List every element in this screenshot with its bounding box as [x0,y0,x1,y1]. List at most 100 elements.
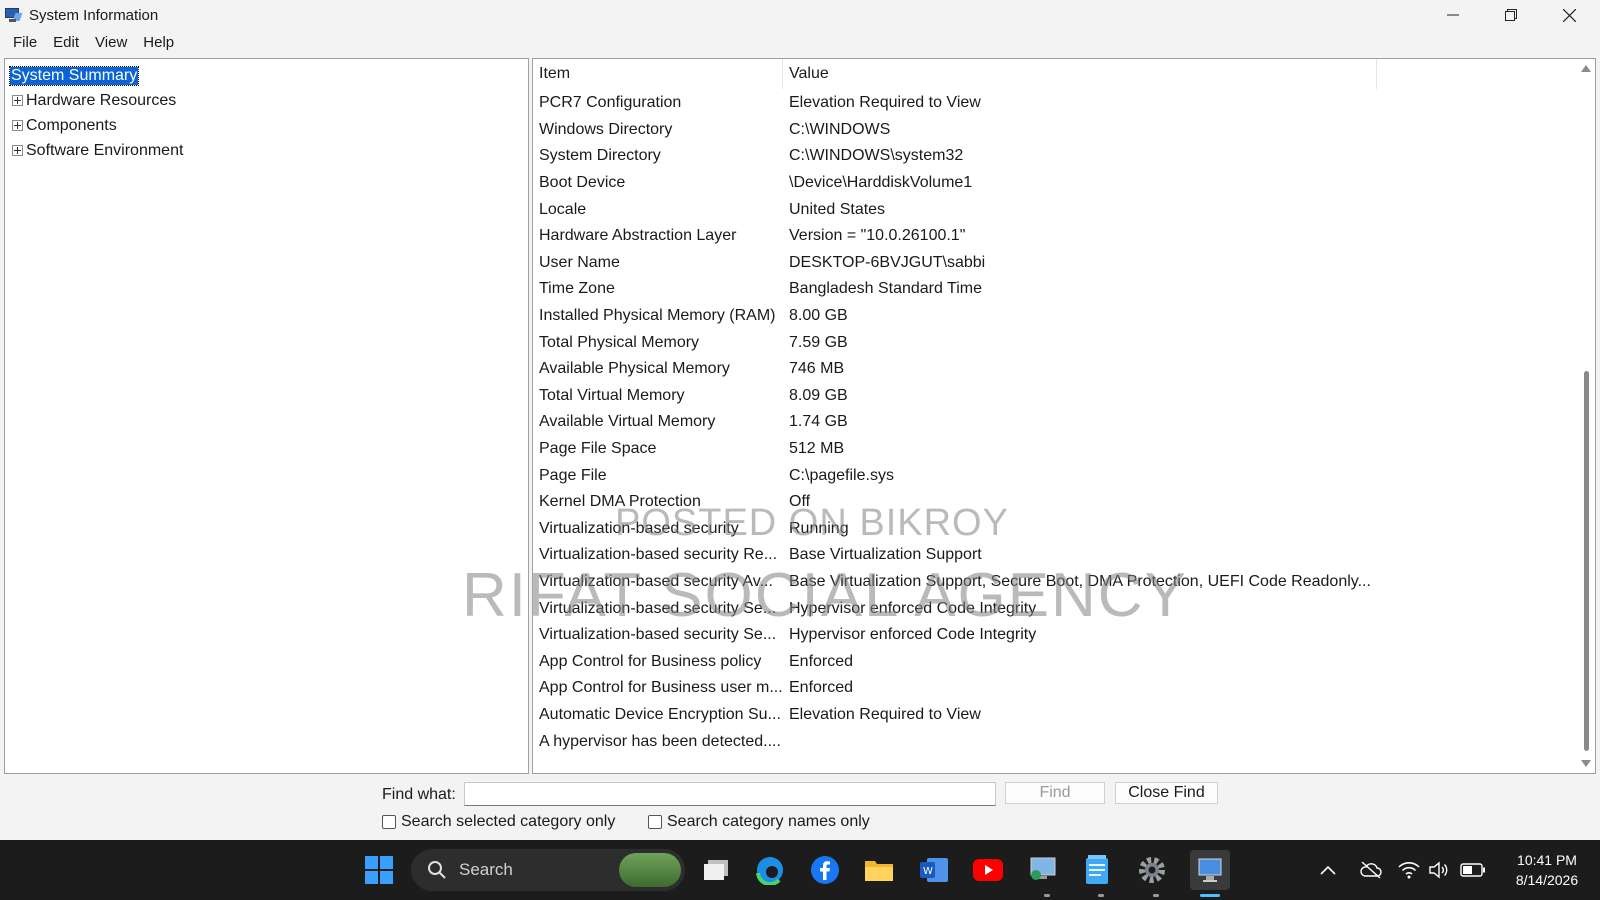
checkbox-label: Search selected category only [401,813,616,830]
vertical-scrollbar[interactable] [1578,59,1595,773]
row-value-cell: Version = "10.0.26100.1" [789,227,966,245]
tree-item-hardware-resources[interactable]: Hardware Resources [5,88,528,113]
menu-edit[interactable]: Edit [45,34,87,51]
table-row[interactable]: Total Physical Memory 7.59 GB [533,329,1579,356]
table-row[interactable]: Page File Space 512 MB [533,436,1579,463]
volume-control[interactable] [1428,840,1450,900]
table-row[interactable]: Virtualization-based security Se... Hyper… [533,595,1579,622]
tree-item-components[interactable]: Components [5,113,528,138]
settings-button[interactable] [1136,854,1168,886]
table-row[interactable]: Available Virtual Memory 1.74 GB [533,409,1579,436]
edge-browser-icon [756,857,783,885]
find-button[interactable]: Find [1005,782,1105,804]
search-icon [428,861,446,879]
table-row[interactable]: System Directory C:\WINDOWS\system32 [533,143,1579,170]
title-bar: System Information [0,0,1600,30]
table-row[interactable]: Automatic Device Encryption Su... Elevati… [533,702,1579,729]
column-header-value[interactable]: Value [783,59,1377,89]
table-row[interactable]: App Control for Business policy Enforced [533,648,1579,675]
table-row[interactable]: Installed Physical Memory (RAM) 8.00 GB [533,303,1579,330]
table-row[interactable]: A hypervisor has been detected.... [533,728,1579,755]
row-item-cell: Kernel DMA Protection [539,493,701,511]
menu-help[interactable]: Help [135,34,182,51]
checkbox-box[interactable] [382,815,396,829]
facebook-button[interactable] [809,854,841,886]
table-row[interactable]: Virtualization-based security Re... Base … [533,542,1579,569]
tree-item-software-environment[interactable]: Software Environment [5,138,528,163]
word-icon: W [920,858,948,882]
row-value-cell: Enforced [789,652,854,670]
search-selected-category-checkbox[interactable]: Search selected category only [382,813,615,831]
file-explorer-button[interactable] [863,854,895,886]
cloud-sync-status[interactable] [1360,840,1382,900]
row-value-cell: 1.74 GB [789,413,848,431]
details-list[interactable]: Item Value PCR7 Configuration Elevation R… [532,58,1596,774]
tree-item-label: Hardware Resources [26,91,177,109]
expand-plus-icon[interactable] [12,95,23,106]
scroll-down-arrow-icon[interactable] [1581,760,1591,767]
network-status[interactable] [1398,840,1420,900]
table-row[interactable]: Virtualization-based security Se... Hyper… [533,622,1579,649]
expand-plus-icon[interactable] [12,145,23,156]
start-button[interactable] [363,854,395,886]
edge-button[interactable] [754,854,786,886]
row-item-cell: Hardware Abstraction Layer [539,227,737,245]
table-row[interactable]: Hardware Abstraction Layer Version = "10.… [533,223,1579,250]
table-row[interactable]: PCR7 Configuration Elevation Required to … [533,90,1579,117]
checkbox-box[interactable] [648,815,662,829]
table-row[interactable]: Virtualization-based security Running [533,516,1579,543]
table-row[interactable]: Available Physical Memory 746 MB [533,356,1579,383]
table-row[interactable]: App Control for Business user m... Enforc… [533,675,1579,702]
system-information-icon [1198,858,1222,882]
row-value-cell: Off [789,493,811,511]
close-button[interactable] [1540,0,1598,30]
scroll-thumb[interactable] [1584,371,1589,751]
table-row[interactable]: Page File C:\pagefile.sys [533,462,1579,489]
table-row[interactable]: Locale United States [533,196,1579,223]
find-what-input[interactable] [464,782,996,806]
close-icon [1562,8,1576,22]
scroll-up-arrow-icon[interactable] [1581,65,1591,72]
find-what-label: Find what: [382,786,456,803]
word-button[interactable]: W [918,854,950,886]
wifi-icon [1398,862,1420,879]
tree-item-system-summary[interactable]: System Summary [5,63,528,88]
minimize-button[interactable] [1424,0,1482,30]
youtube-button[interactable] [972,854,1004,886]
facebook-icon [811,856,839,884]
menu-file[interactable]: File [5,34,45,51]
table-row[interactable]: Windows Directory C:\WINDOWS [533,117,1579,144]
row-item-cell: Virtualization-based security Se... [539,599,777,617]
battery-status[interactable] [1460,840,1486,900]
table-row[interactable]: Virtualization-based security Av... Base … [533,569,1579,596]
restore-button[interactable] [1482,0,1540,30]
system-information-taskbar-button[interactable] [1190,850,1230,890]
category-tree[interactable]: System Summary Hardware Resources Compon… [4,58,529,774]
remote-desktop-button[interactable] [1027,854,1059,886]
table-row[interactable]: User Name DESKTOP-6BVJGUT\sabbi [533,250,1579,277]
show-hidden-icons-button[interactable] [1320,840,1336,900]
row-item-cell: Boot Device [539,174,626,192]
close-find-button[interactable]: Close Find [1115,782,1218,804]
table-row[interactable]: Time Zone Bangladesh Standard Time [533,276,1579,303]
row-value-cell: Hypervisor enforced Code Integrity [789,599,1037,617]
row-value-cell: Running [789,519,849,537]
table-row[interactable]: Kernel DMA Protection Off [533,489,1579,516]
table-row[interactable]: Boot Device \Device\HarddiskVolume1 [533,170,1579,197]
taskbar-search[interactable]: Search [411,849,685,891]
search-category-names-checkbox[interactable]: Search category names only [648,813,870,831]
cloud-off-icon [1360,861,1382,879]
row-item-cell: User Name [539,253,620,271]
row-item-cell: Installed Physical Memory (RAM) [539,307,776,325]
expand-plus-icon[interactable] [12,120,23,131]
row-value-cell: 512 MB [789,440,845,458]
row-item-cell: Virtualization-based security Re... [539,546,778,564]
table-row[interactable]: Total Virtual Memory 8.09 GB [533,383,1579,410]
task-view-button[interactable] [700,854,732,886]
tree-item-label: Software Environment [26,141,184,159]
menu-view[interactable]: View [87,34,135,51]
taskbar: Search W 10:41 PM 8/14/2026 [0,840,1600,900]
column-header-item[interactable]: Item [533,59,783,89]
notepad-button[interactable] [1081,854,1113,886]
taskbar-clock[interactable]: 10:41 PM 8/14/2026 [1505,850,1589,890]
